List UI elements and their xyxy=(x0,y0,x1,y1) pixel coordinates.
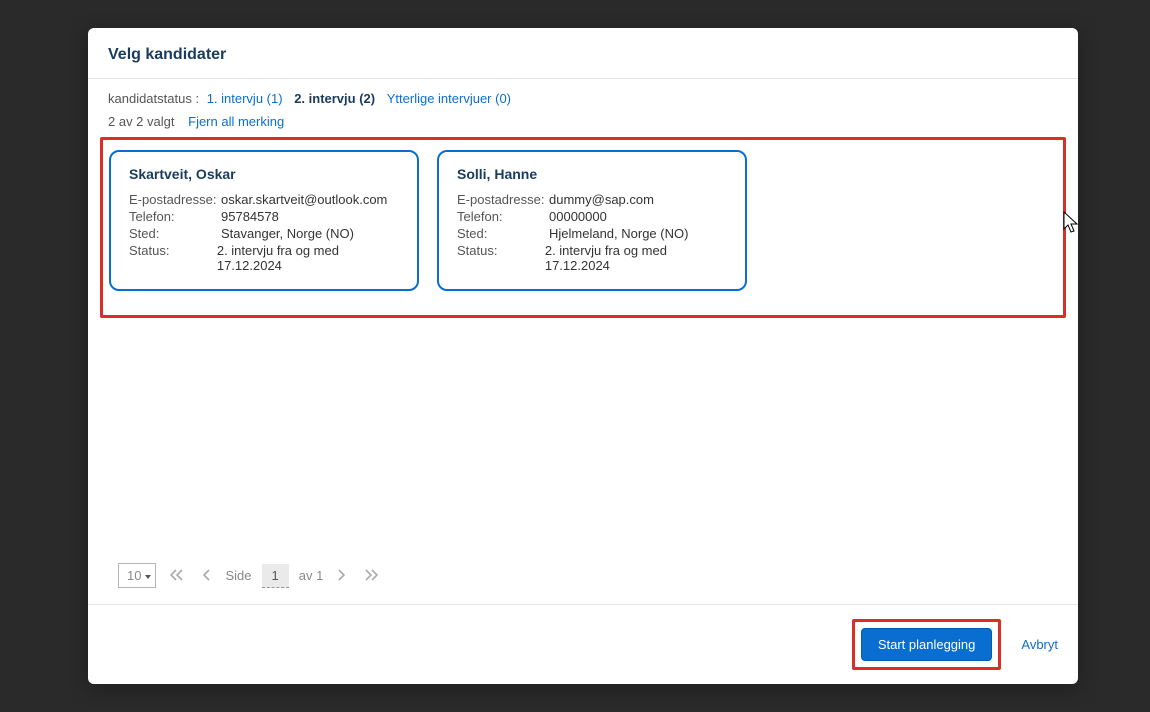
candidate-place: Stavanger, Norge (NO) xyxy=(221,226,354,241)
status-label: kandidatstatus : xyxy=(108,91,199,106)
page-size-select[interactable]: 10 xyxy=(118,563,156,588)
selection-row: 2 av 2 valgt Fjern all merking xyxy=(88,110,1078,137)
page-of-label: av 1 xyxy=(299,568,324,583)
candidate-phone: 95784578 xyxy=(221,209,279,224)
candidate-cards: Skartveit, Oskar E-postadresse:oskar.ska… xyxy=(109,150,1057,291)
clear-selection-link[interactable]: Fjern all merking xyxy=(188,114,284,129)
modal-header: Velg kandidater xyxy=(88,28,1078,79)
candidate-name: Solli, Hanne xyxy=(457,166,727,182)
candidate-card[interactable]: Skartveit, Oskar E-postadresse:oskar.ska… xyxy=(109,150,419,291)
chevron-left-icon xyxy=(202,569,211,581)
modal-footer: Start planlegging Avbryt xyxy=(88,604,1078,684)
field-label-phone: Telefon: xyxy=(457,209,549,224)
candidate-phone: 00000000 xyxy=(549,209,607,224)
primary-button-highlight: Start planlegging xyxy=(852,619,1002,670)
candidate-name: Skartveit, Oskar xyxy=(129,166,399,182)
candidate-email: dummy@sap.com xyxy=(549,192,654,207)
chevron-double-left-icon xyxy=(170,569,184,581)
candidate-email: oskar.skartveit@outlook.com xyxy=(221,192,387,207)
field-label-email: E-postadresse: xyxy=(129,192,221,207)
chevron-double-right-icon xyxy=(364,569,378,581)
candidate-status: 2. intervju fra og med 17.12.2024 xyxy=(217,243,399,273)
page-side-label: Side xyxy=(225,568,251,583)
start-planning-button[interactable]: Start planlegging xyxy=(861,628,993,661)
prev-page-button[interactable] xyxy=(198,568,215,584)
candidate-place: Hjelmeland, Norge (NO) xyxy=(549,226,688,241)
field-label-phone: Telefon: xyxy=(129,209,221,224)
selection-summary: 2 av 2 valgt xyxy=(108,114,175,129)
next-page-button[interactable] xyxy=(333,568,350,584)
field-label-email: E-postadresse: xyxy=(457,192,549,207)
candidate-status-tabs: kandidatstatus : 1. intervju (1) 2. inte… xyxy=(88,79,1078,110)
candidate-card[interactable]: Solli, Hanne E-postadresse:dummy@sap.com… xyxy=(437,150,747,291)
field-label-status: Status: xyxy=(457,243,545,273)
select-candidates-modal: Velg kandidater kandidatstatus : 1. inte… xyxy=(88,28,1078,684)
chevron-right-icon xyxy=(337,569,346,581)
tab-2-intervju[interactable]: 2. intervju (2) xyxy=(294,91,375,106)
field-label-place: Sted: xyxy=(457,226,549,241)
field-label-place: Sted: xyxy=(129,226,221,241)
tab-1-intervju[interactable]: 1. intervju (1) xyxy=(207,91,283,106)
first-page-button[interactable] xyxy=(166,568,188,584)
candidates-highlight-box: Skartveit, Oskar E-postadresse:oskar.ska… xyxy=(100,137,1066,318)
candidate-status: 2. intervju fra og med 17.12.2024 xyxy=(545,243,727,273)
pagination: 10 Side 1 av 1 xyxy=(88,553,1078,604)
tab-ytterlige[interactable]: Ytterlige intervjuer (0) xyxy=(387,91,511,106)
field-label-status: Status: xyxy=(129,243,217,273)
last-page-button[interactable] xyxy=(360,568,382,584)
page-title: Velg kandidater xyxy=(108,46,1058,64)
page-number-input[interactable]: 1 xyxy=(262,564,289,588)
cancel-button[interactable]: Avbryt xyxy=(1021,637,1058,652)
